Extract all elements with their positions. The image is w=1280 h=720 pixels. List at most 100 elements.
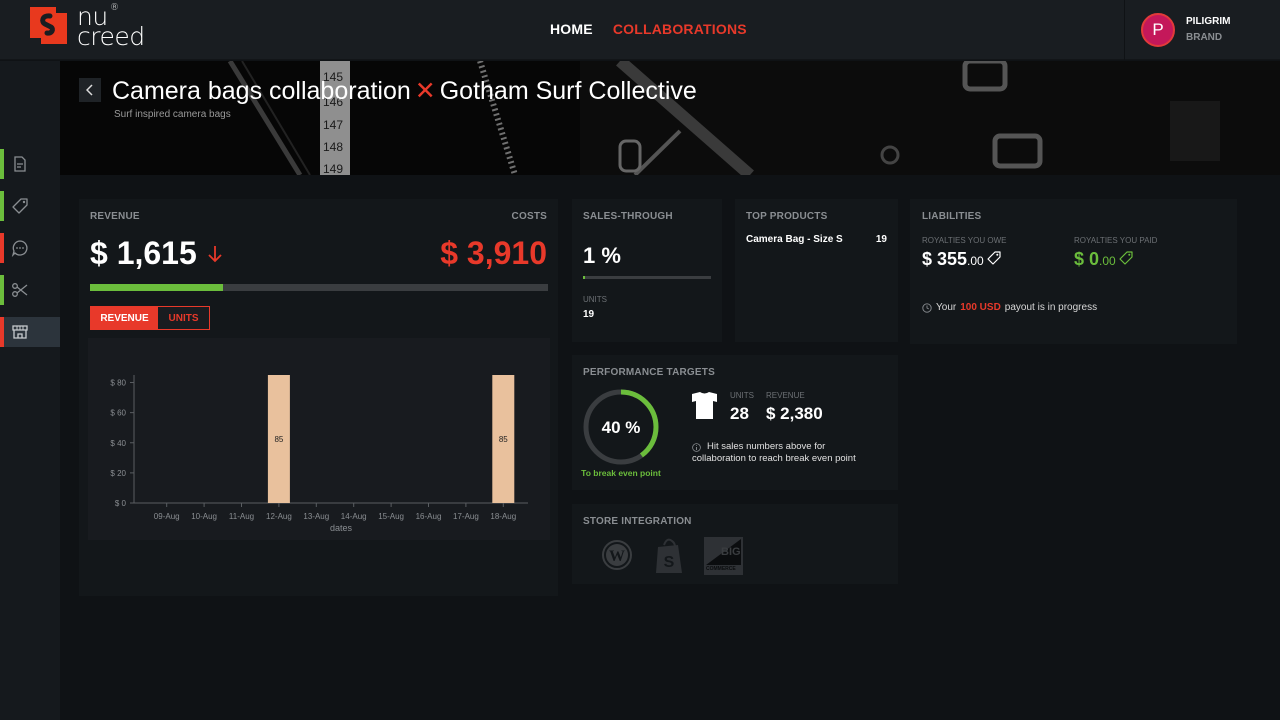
y-tick-label: $ 20 xyxy=(110,469,126,478)
performance-targets-panel: PERFORMANCE TARGETS 40 % To break even p… xyxy=(572,355,898,490)
y-tick-label: $ 40 xyxy=(110,439,126,448)
top-products-panel: TOP PRODUCTS Camera Bag - Size S 19 xyxy=(735,199,898,342)
info-line1: Hit sales numbers above for xyxy=(707,441,826,452)
sidebar-item-pricing[interactable] xyxy=(0,191,60,221)
status-indicator xyxy=(0,191,4,221)
sidebar-item-messages[interactable] xyxy=(0,233,60,263)
sidebar-item-production[interactable] xyxy=(0,275,60,305)
status-indicator xyxy=(0,275,4,305)
tag-icon xyxy=(987,251,1001,265)
store-integration-label: STORE INTEGRATION xyxy=(583,516,692,527)
svg-text:149: 149 xyxy=(323,162,343,175)
product-name: Camera Bag - Size S xyxy=(746,234,843,245)
main-nav: HOME COLLABORATIONS xyxy=(550,21,747,37)
user-name: PILIGRIM xyxy=(1186,16,1231,27)
top-products-label: TOP PRODUCTS xyxy=(746,211,828,222)
y-tick-label: $ 80 xyxy=(110,379,126,388)
chat-icon xyxy=(11,240,28,257)
revenue-value: $ 1,615 xyxy=(90,235,223,272)
payout-amount: 100 USD xyxy=(960,302,1001,313)
user-menu[interactable]: P PILIGRIM BRAND xyxy=(1124,0,1280,60)
page-title: Camera bags collaboration ✕ Gotham Surf … xyxy=(112,76,697,106)
page-subtitle: Surf inspired camera bags xyxy=(114,109,231,120)
units-label: UNITS xyxy=(583,295,607,304)
toggle-revenue-button[interactable]: REVENUE xyxy=(91,307,158,329)
store-integration-panel: STORE INTEGRATION W S BIG COMMERCE xyxy=(572,504,898,584)
arrow-down-icon xyxy=(208,245,222,262)
logo-mark-icon xyxy=(30,7,67,44)
revenue-label: REVENUE xyxy=(90,211,140,222)
scissors-icon xyxy=(12,283,28,297)
target-revenue-value: $ 2,380 xyxy=(766,404,823,423)
payout-prefix: Your xyxy=(936,302,957,313)
target-revenue-label: REVENUE xyxy=(766,391,805,400)
logo-text: nu creed ® xyxy=(77,3,145,51)
collaboration-banner: 145 146 147 148 149 Camera bags collaboratio… xyxy=(60,61,1280,175)
liabilities-label: LIABILITIES xyxy=(922,211,982,222)
revenue-chart: $ 0 $ 20 $ 40 $ 60 $ 80 09-Aug 10-Aug 11-Aug 12-… xyxy=(88,338,550,540)
royalties-paid-label: ROYALTIES YOU PAID xyxy=(1074,236,1158,245)
target-units-label: UNITS xyxy=(730,391,754,400)
royalties-owe-label: ROYALTIES YOU OWE xyxy=(922,236,1007,245)
document-icon xyxy=(14,156,26,172)
units-value: 19 xyxy=(583,309,595,320)
x-tick-label: 17-Aug xyxy=(453,512,479,521)
royalties-paid-amount: $ 0 xyxy=(1074,249,1100,269)
royalties-paid-value: $ 0 .00 xyxy=(1074,249,1133,270)
x-tick-label: 15-Aug xyxy=(378,512,404,521)
status-indicator xyxy=(0,317,4,347)
nav-collaborations[interactable]: COLLABORATIONS xyxy=(613,21,747,37)
info-line2: collaboration to reach break even point xyxy=(692,453,856,464)
status-indicator xyxy=(0,149,4,179)
revenue-amount: $ 1,615 xyxy=(90,235,197,271)
logo[interactable]: nu creed ® xyxy=(30,3,145,51)
product-count: 19 xyxy=(875,234,887,245)
top-bar: nu creed ® HOME COLLABORATIONS P PILIGRI… xyxy=(0,0,1280,60)
partner-name: Gotham Surf Collective xyxy=(439,76,697,105)
collaboration-separator-icon: ✕ xyxy=(414,77,436,105)
toggle-units-button[interactable]: UNITS xyxy=(158,307,209,329)
costs-label: COSTS xyxy=(511,211,547,222)
x-axis-label: dates xyxy=(330,523,353,533)
svg-text:148: 148 xyxy=(323,140,343,154)
logo-text-line2: creed xyxy=(77,22,145,51)
y-tick-label: $ 0 xyxy=(115,499,127,508)
tshirt-icon xyxy=(692,392,717,419)
performance-label: PERFORMANCE TARGETS xyxy=(583,367,715,378)
x-tick-label: 16-Aug xyxy=(416,512,442,521)
sales-through-value: 1 % xyxy=(583,243,621,268)
royalties-owe-cents: .00 xyxy=(967,254,984,268)
bar-value-label: 85 xyxy=(274,435,283,444)
avatar[interactable]: P xyxy=(1141,13,1175,47)
nav-home[interactable]: HOME xyxy=(550,21,593,37)
revenue-bar-chart: $ 0 $ 20 $ 40 $ 60 $ 80 09-Aug 10-Aug 11-Aug 12-… xyxy=(110,375,528,533)
bigcommerce-text-big: BIG xyxy=(721,546,741,558)
royalties-owe-value: $ 355 .00 xyxy=(922,249,1001,270)
shopify-icon[interactable]: S xyxy=(654,537,686,575)
clock-icon xyxy=(922,302,932,313)
list-item[interactable]: Camera Bag - Size S 19 xyxy=(746,234,887,245)
liabilities-panel: LIABILITIES ROYALTIES YOU OWE $ 355 .00 … xyxy=(910,199,1237,344)
collaboration-name: Camera bags collaboration xyxy=(112,76,411,105)
gauge-caption: To break even point xyxy=(581,468,661,478)
x-tick-label: 12-Aug xyxy=(266,512,292,521)
wordpress-icon[interactable]: W xyxy=(601,539,633,571)
sales-through-label: SALES-THROUGH xyxy=(583,211,673,222)
tag-icon xyxy=(1119,251,1133,265)
revenue-vs-costs-progress xyxy=(90,284,548,291)
logo-registered-mark: ® xyxy=(110,3,119,13)
sidebar-item-documents[interactable] xyxy=(0,149,60,179)
back-button[interactable] xyxy=(79,78,101,102)
bigcommerce-text-commerce: COMMERCE xyxy=(706,566,736,572)
x-tick-label: 13-Aug xyxy=(303,512,329,521)
target-units-value: 28 xyxy=(730,404,749,423)
sidebar-item-store[interactable] xyxy=(0,317,60,347)
chart-metric-toggle: REVENUE UNITS xyxy=(90,306,210,330)
bigcommerce-icon[interactable]: BIG COMMERCE xyxy=(704,537,743,575)
x-tick-label: 18-Aug xyxy=(490,512,516,521)
x-tick-label: 11-Aug xyxy=(229,512,254,521)
svg-text:W: W xyxy=(609,548,625,565)
sales-through-progress xyxy=(583,276,711,279)
bar-value-label: 85 xyxy=(499,435,508,444)
svg-text:S: S xyxy=(664,554,675,571)
